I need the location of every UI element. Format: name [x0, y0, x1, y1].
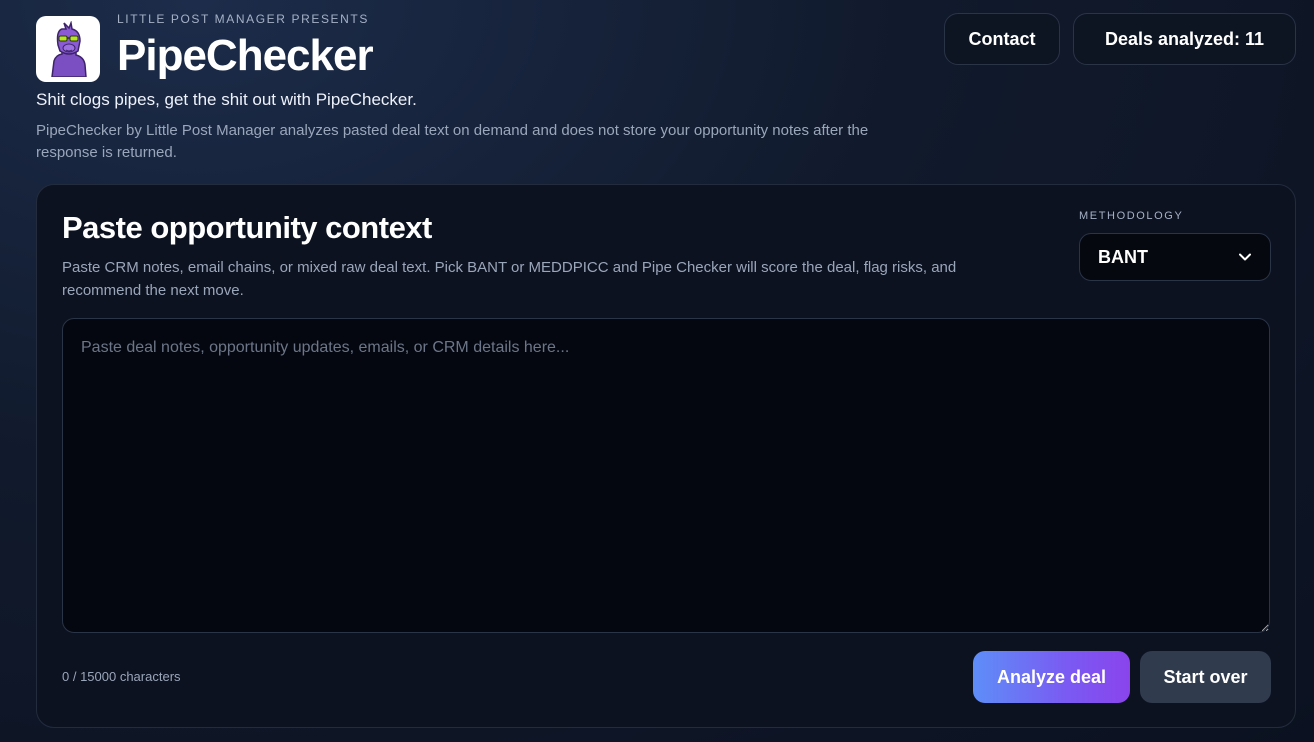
methodology-value: BANT — [1098, 246, 1148, 267]
page: LITTLE POST MANAGER PRESENTS PipeChecker… — [0, 0, 1314, 742]
card-title: Paste opportunity context — [62, 210, 432, 245]
deal-text-input[interactable] — [62, 318, 1270, 633]
llama-with-sunglasses-icon — [51, 21, 87, 77]
card-description: Paste CRM notes, email chains, or mixed … — [62, 259, 957, 299]
analyze-deal-button[interactable]: Analyze deal — [973, 651, 1130, 703]
app-title: PipeChecker — [117, 31, 374, 80]
character-counter: 0 / 15000 characters — [62, 669, 181, 684]
methodology-select[interactable]: BANT — [1079, 233, 1271, 281]
app-logo — [36, 16, 100, 82]
tagline: Shit clogs pipes, get the shit out with … — [36, 90, 417, 109]
privacy-note: PipeChecker by Little Post Manager analy… — [36, 122, 869, 161]
opportunity-card: Paste opportunity context Paste CRM note… — [36, 184, 1296, 728]
presenter-eyebrow: LITTLE POST MANAGER PRESENTS — [117, 12, 369, 26]
contact-button[interactable]: Contact — [944, 13, 1060, 65]
chevron-down-icon — [1238, 250, 1252, 264]
deals-analyzed-badge: Deals analyzed: 11 — [1073, 13, 1296, 65]
methodology-label: METHODOLOGY — [1079, 210, 1184, 222]
start-over-button[interactable]: Start over — [1140, 651, 1271, 703]
